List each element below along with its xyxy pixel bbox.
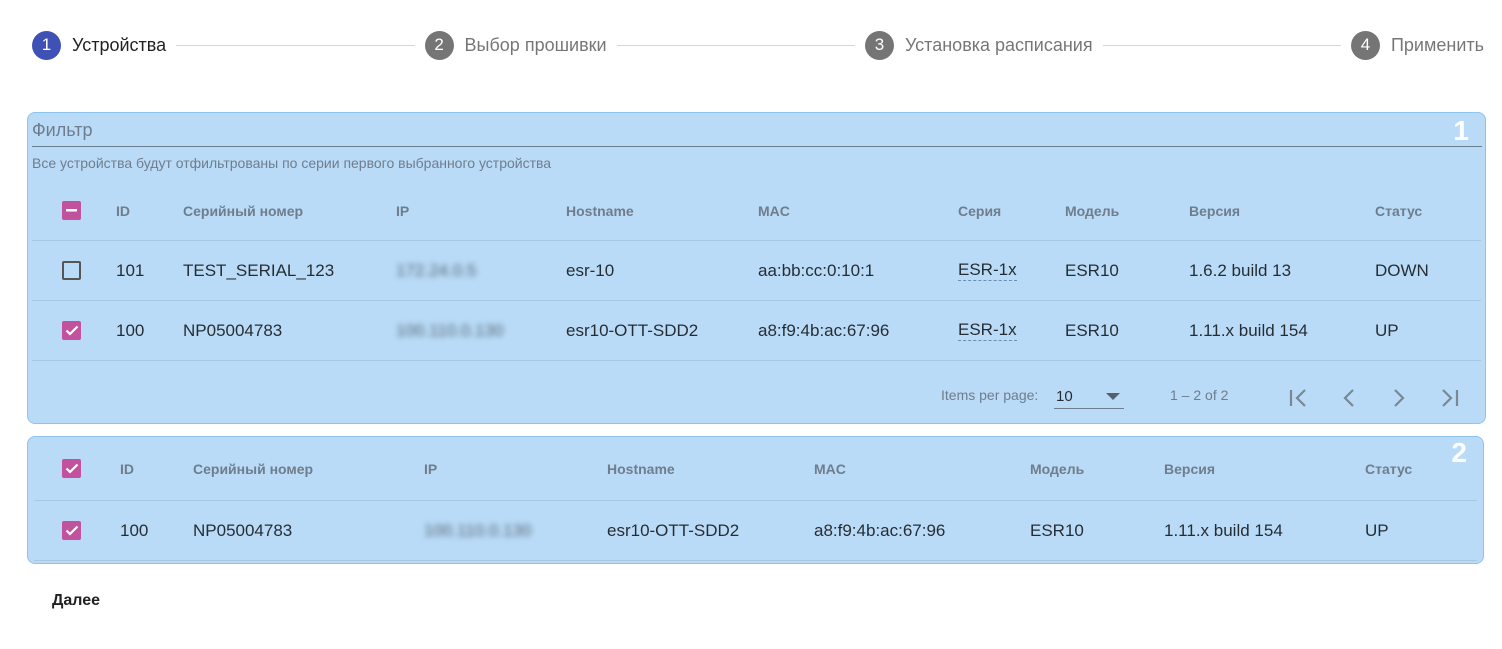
last-page-icon — [1442, 389, 1459, 407]
column-header-series[interactable]: Серия — [958, 181, 1001, 240]
step-connector — [176, 44, 415, 46]
table-header-row: ID Серийный номер IP Hostname MAC Модель… — [34, 437, 1477, 501]
cell-ip: 100.110.0.130 — [396, 320, 504, 340]
cell-series[interactable]: ESR-1x — [958, 241, 1017, 300]
step-connector — [1102, 44, 1341, 46]
next-button[interactable]: Далее — [40, 586, 112, 616]
cell-version: 1.6.2 build 13 — [1189, 260, 1292, 280]
step-label: Установка расписания — [904, 34, 1093, 55]
cell-series[interactable]: ESR-1x — [958, 301, 1017, 360]
column-header-mac[interactable]: MAC — [814, 437, 846, 500]
page-size-select[interactable]: 10 — [1054, 383, 1124, 409]
last-page-button[interactable] — [1436, 385, 1462, 411]
first-page-button[interactable] — [1286, 385, 1312, 411]
step-number: 2 — [424, 30, 454, 60]
column-header-status[interactable]: Статус — [1365, 437, 1412, 500]
column-header-serial[interactable]: Серийный номер — [193, 437, 313, 500]
step-firmware[interactable]: 2 Выбор прошивки — [424, 30, 607, 60]
cell-version: 1.11.x build 154 — [1189, 320, 1308, 340]
step-devices[interactable]: 1 Устройства — [32, 30, 167, 60]
filter-input[interactable]: Фильтр — [32, 117, 1482, 147]
select-all-checkbox[interactable] — [62, 181, 81, 240]
selected-devices-panel: 2 ID Серийный номер IP Hostname MAC Моде… — [27, 436, 1484, 564]
step-label: Выбор прошивки — [464, 34, 607, 55]
cell-id: 101 — [116, 260, 145, 280]
cell-ip: 172.24.0.5 — [396, 260, 477, 280]
cell-hostname: esr10-OTT-SDD2 — [566, 320, 699, 340]
cell-version: 1.11.x build 154 — [1164, 520, 1283, 540]
column-header-version[interactable]: Версия — [1164, 437, 1215, 500]
first-page-icon — [1289, 389, 1306, 407]
cell-serial: NP05004783 — [193, 520, 293, 540]
column-header-model[interactable]: Модель — [1030, 437, 1084, 500]
cell-status: UP — [1365, 520, 1389, 540]
cell-id: 100 — [120, 520, 149, 540]
select-all-checkbox[interactable] — [62, 437, 81, 500]
page-size-value: 10 — [1056, 388, 1073, 405]
table-row[interactable]: 100 NP05004783 100.110.0.130 esr10-OTT-S… — [34, 501, 1477, 561]
series-link[interactable]: ESR-1x — [958, 260, 1017, 281]
filter-label: Фильтр — [32, 120, 93, 140]
column-header-hostname[interactable]: Hostname — [607, 437, 675, 500]
dropdown-arrow-icon — [1106, 393, 1120, 400]
table-header-row: ID Серийный номер IP Hostname MAC Серия … — [32, 181, 1481, 241]
step-connector — [616, 44, 855, 46]
column-header-id[interactable]: ID — [120, 437, 134, 500]
cell-ip: 100.110.0.130 — [424, 520, 532, 540]
column-header-mac[interactable]: MAC — [758, 181, 790, 240]
column-header-ip[interactable]: IP — [424, 437, 437, 500]
items-per-page-label: Items per page: — [941, 387, 1039, 403]
next-page-button[interactable] — [1386, 385, 1412, 411]
step-schedule[interactable]: 3 Установка расписания — [864, 30, 1093, 60]
column-header-id[interactable]: ID — [116, 181, 130, 240]
row-checkbox[interactable] — [62, 241, 81, 300]
cell-model: ESR10 — [1065, 320, 1119, 340]
step-number: 4 — [1350, 30, 1380, 60]
row-checkbox[interactable] — [62, 501, 81, 560]
column-header-ip[interactable]: IP — [396, 181, 409, 240]
step-label: Применить — [1390, 34, 1484, 55]
cell-mac: a8:f9:4b:ac:67:96 — [758, 320, 890, 340]
column-header-status[interactable]: Статус — [1375, 181, 1422, 240]
step-number: 3 — [864, 30, 894, 60]
page-range-label: 1 – 2 of 2 — [1170, 387, 1229, 403]
cell-model: ESR10 — [1030, 520, 1084, 540]
cell-hostname: esr10-OTT-SDD2 — [607, 520, 740, 540]
paginator: Items per page: 10 1 – 2 of 2 — [28, 363, 1485, 423]
cell-mac: a8:f9:4b:ac:67:96 — [814, 520, 946, 540]
step-label: Устройства — [72, 34, 167, 55]
cell-id: 100 — [116, 320, 145, 340]
stepper: 1 Устройства 2 Выбор прошивки 3 Установк… — [32, 30, 1484, 60]
column-header-hostname[interactable]: Hostname — [566, 181, 634, 240]
chevron-right-icon — [1394, 389, 1405, 407]
cell-status: DOWN — [1375, 260, 1429, 280]
previous-page-button[interactable] — [1336, 385, 1362, 411]
cell-serial: NP05004783 — [183, 320, 283, 340]
cell-hostname: esr-10 — [566, 260, 615, 280]
row-checkbox[interactable] — [62, 301, 81, 360]
cell-mac: aa:bb:cc:0:10:1 — [758, 260, 875, 280]
devices-panel: 1 Фильтр Все устройства будут отфильтров… — [27, 112, 1486, 424]
chevron-left-icon — [1343, 389, 1354, 407]
step-apply[interactable]: 4 Применить — [1350, 30, 1484, 60]
table-row[interactable]: 100 NP05004783 100.110.0.130 esr10-OTT-S… — [32, 301, 1481, 361]
cell-status: UP — [1375, 320, 1399, 340]
cell-model: ESR10 — [1065, 260, 1119, 280]
step-number: 1 — [32, 30, 61, 60]
column-header-version[interactable]: Версия — [1189, 181, 1240, 240]
cell-serial: TEST_SERIAL_123 — [183, 260, 335, 280]
column-header-serial[interactable]: Серийный номер — [183, 181, 303, 240]
series-link[interactable]: ESR-1x — [958, 320, 1017, 341]
filter-hint: Все устройства будут отфильтрованы по се… — [32, 155, 552, 171]
table-row[interactable]: 101 TEST_SERIAL_123 172.24.0.5 esr-10 aa… — [32, 241, 1481, 301]
column-header-model[interactable]: Модель — [1065, 181, 1119, 240]
